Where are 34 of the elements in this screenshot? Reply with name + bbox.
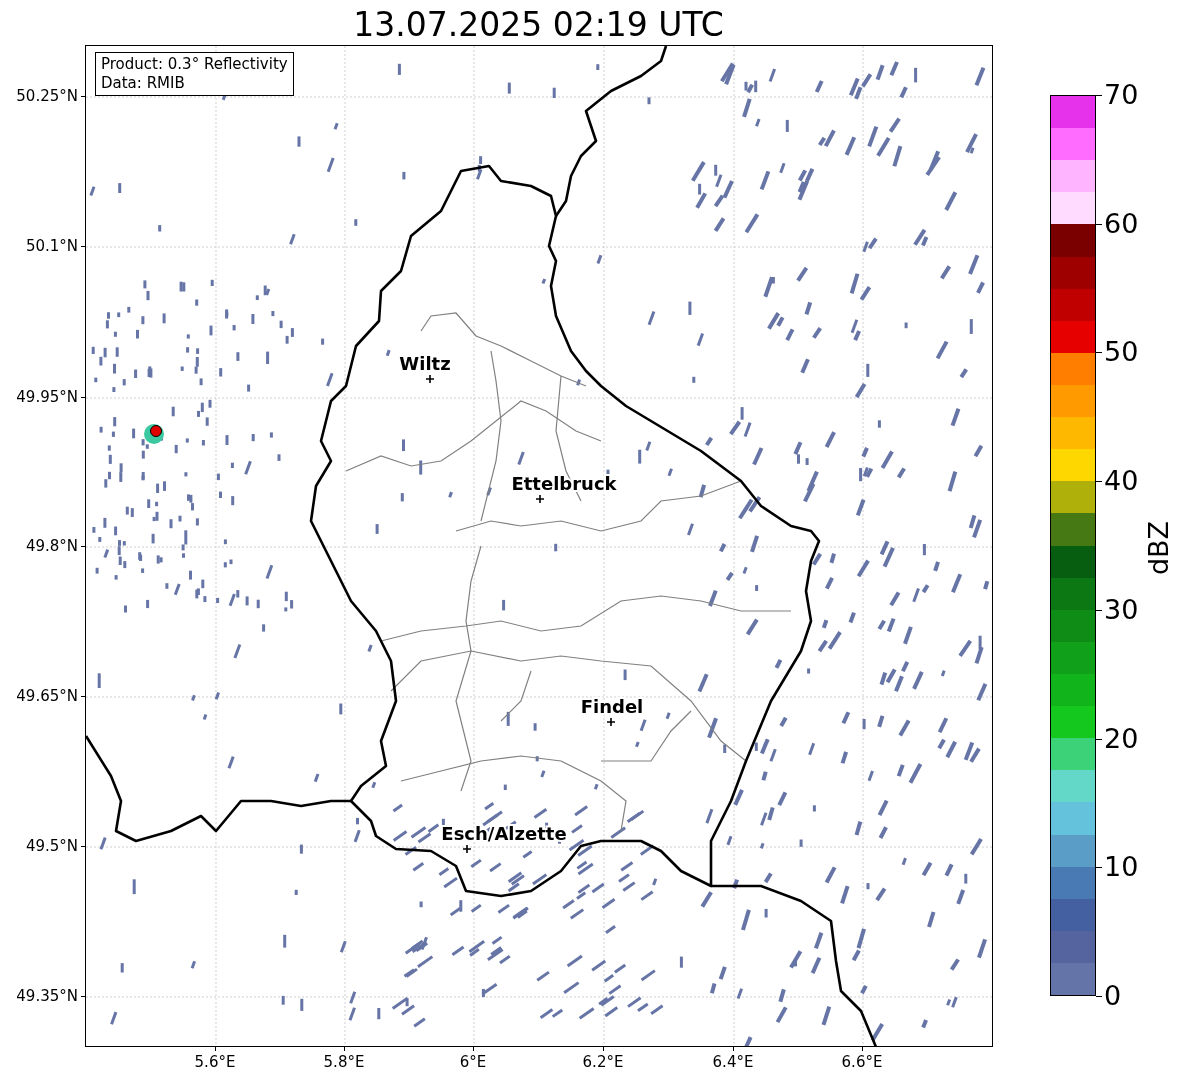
city-label: Findel [580, 695, 644, 717]
colorbar-tick-label: 20 [1104, 722, 1139, 755]
axis-tick-label: 6°E [459, 1053, 487, 1071]
tick-mark [1096, 996, 1102, 997]
city-marker [462, 844, 472, 854]
axis-tick-label: 6.6°E [841, 1053, 883, 1071]
axis-tick-label: 5.8°E [323, 1053, 365, 1071]
radar-site-marker [144, 424, 164, 444]
colorbar-tick-label: 10 [1104, 851, 1139, 884]
colorbar-tick-label: 30 [1104, 593, 1139, 626]
axis-tick-label: 49.95°N [16, 388, 78, 406]
city-marker [535, 494, 545, 504]
axis-tick-label: 49.35°N [16, 987, 78, 1005]
colorbar-tick-label: 60 [1104, 207, 1139, 240]
colorbar-tick-label: 70 [1104, 79, 1139, 111]
axis-tick-label: 50.1°N [25, 237, 78, 255]
info-text: Data: RMIB [101, 74, 186, 93]
colorbar-tick-label: 40 [1104, 465, 1139, 498]
axis-tick-label: 49.5°N [25, 837, 78, 855]
axis-tick-label: 49.8°N [25, 537, 78, 555]
axis-tick-label: 5.6°E [194, 1053, 236, 1071]
axis-tick-label: 50.25°N [16, 87, 78, 105]
info-text: Product: 0.3° Reflectivity [101, 55, 288, 74]
colorbar-tick-label: 50 [1104, 336, 1139, 369]
axis-tick-label: 49.65°N [16, 687, 78, 705]
city-marker [606, 717, 616, 727]
colorbar-label: dBZ [1143, 520, 1176, 576]
colorbar-tick-label: 0 [1104, 980, 1122, 1012]
city-label: Ettelbruck [511, 472, 617, 494]
axis-tick-label: 6.4°E [712, 1053, 754, 1071]
city-label: Wiltz [399, 352, 451, 374]
city-marker [425, 374, 435, 384]
axis-tick-label: 6.2°E [582, 1053, 624, 1071]
chart-title: 13.07.2025 02:19 UTC [352, 4, 725, 46]
